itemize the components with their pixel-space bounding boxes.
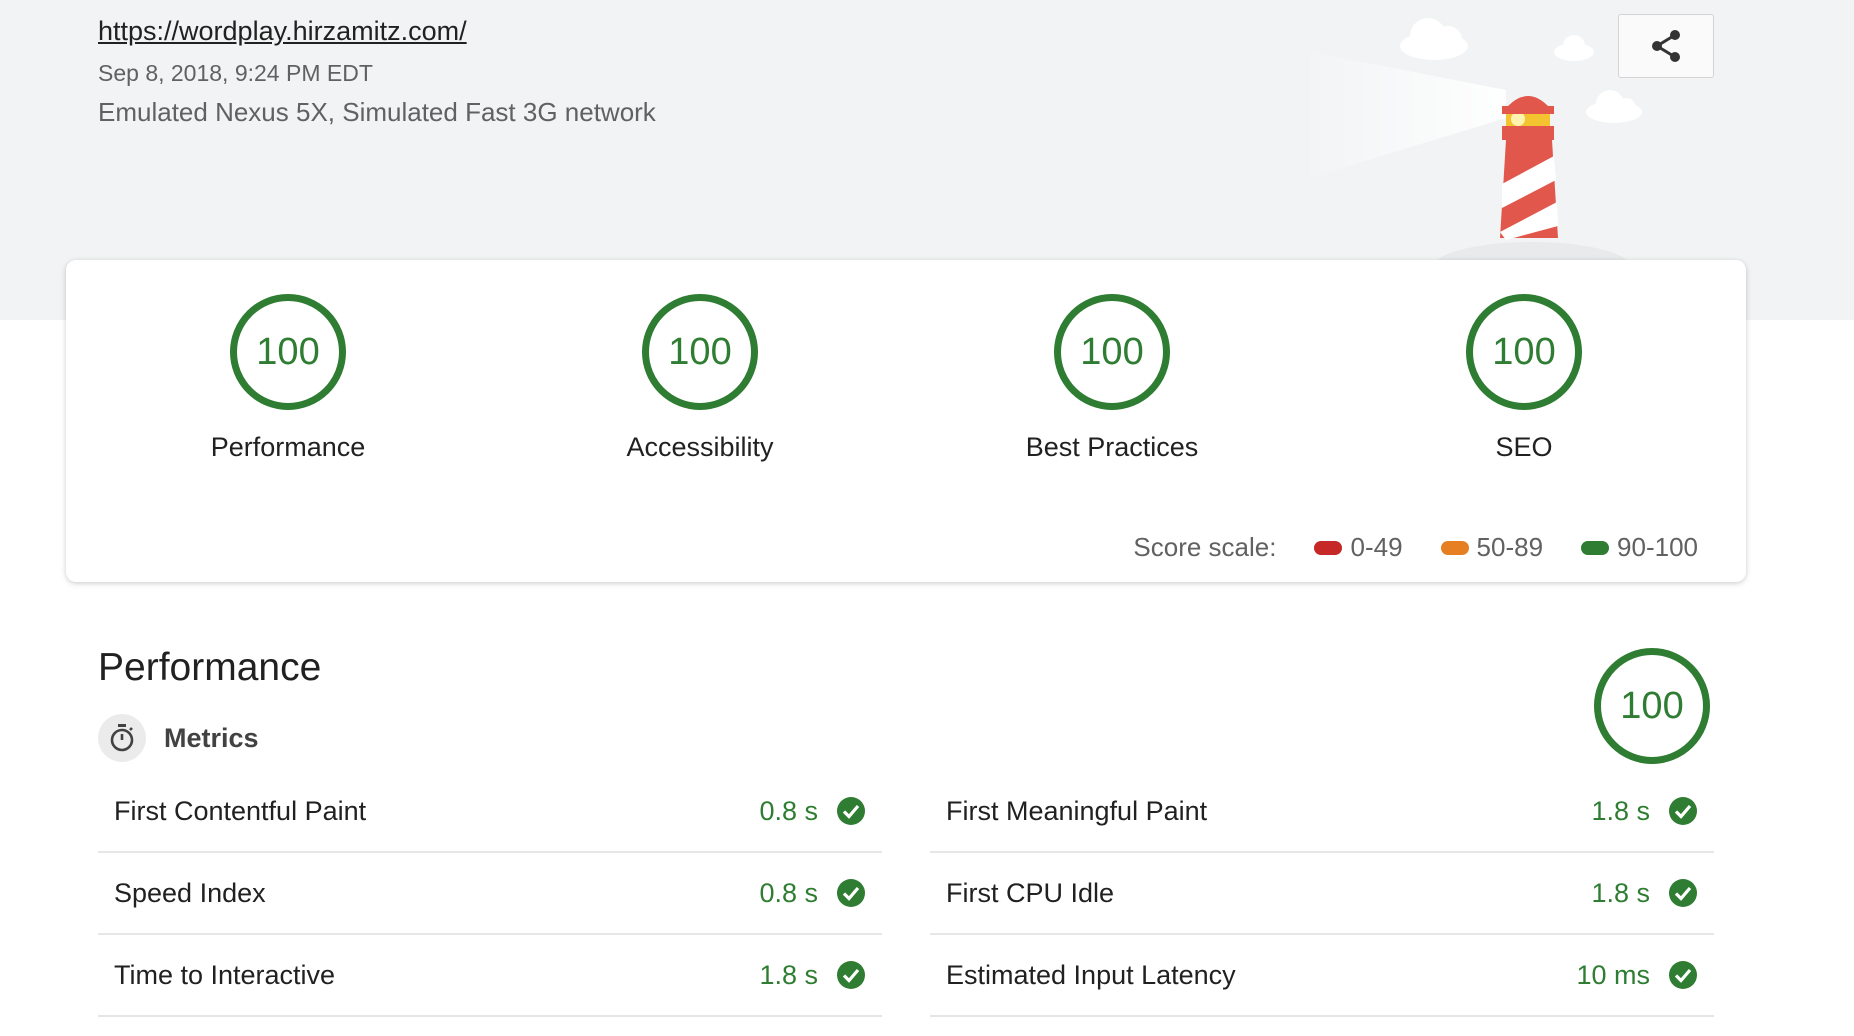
score-value: 100 [1492, 330, 1556, 373]
score-value: 100 [256, 330, 320, 373]
metrics-label: Metrics [164, 722, 259, 753]
check-circle-icon [1669, 879, 1697, 907]
metric-name: Speed Index [114, 877, 266, 908]
metric-row: First Meaningful Paint 1.8 s [930, 771, 1714, 853]
metric-value: 1.8 s [759, 959, 818, 990]
score-ring: 100 [642, 294, 758, 410]
metric-row: Speed Index 0.8 s [98, 853, 882, 935]
check-circle-icon [1669, 961, 1697, 989]
share-button[interactable] [1618, 14, 1714, 78]
gauge-performance[interactable]: 100 Performance [158, 294, 418, 463]
metric-name: First Meaningful Paint [946, 795, 1208, 826]
pass-range-label: 90-100 [1617, 532, 1698, 562]
metric-row: Estimated Input Latency 10 ms [930, 935, 1714, 1017]
average-range-swatch [1440, 540, 1469, 555]
metric-value: 0.8 s [759, 877, 818, 908]
gauge-accessibility[interactable]: 100 Accessibility [570, 294, 830, 463]
metric-row: First Contentful Paint 0.8 s [98, 771, 882, 853]
metrics-header: Metrics [98, 714, 259, 762]
metric-row: Time to Interactive 1.8 s [98, 935, 882, 1017]
check-circle-icon [1669, 797, 1697, 825]
gauge-label: Performance [210, 432, 366, 462]
score-value: 100 [668, 330, 732, 373]
score-ring: 100 [230, 294, 346, 410]
gauge-best-practices[interactable]: 100 Best Practices [982, 294, 1242, 463]
fail-range-swatch [1314, 540, 1343, 555]
report-date: Sep 8, 2018, 9:24 PM EDT [98, 60, 373, 86]
metric-value: 0.8 s [759, 795, 818, 826]
score-scale-legend: Score scale: 0-49 50-89 90-100 [1133, 532, 1698, 563]
pass-range-swatch [1581, 540, 1610, 555]
stopwatch-icon [98, 714, 146, 762]
gauge-label: Accessibility [626, 432, 774, 462]
metric-name: First Contentful Paint [114, 795, 367, 826]
gauge-label: Best Practices [1025, 432, 1199, 462]
metric-value: 1.8 s [1591, 877, 1650, 908]
metric-value: 1.8 s [1591, 795, 1650, 826]
report-url-link[interactable]: https://wordplay.hirzamitz.com/ [98, 16, 467, 47]
performance-score-gauge: 100 [1594, 648, 1710, 764]
gauge-label: SEO [1495, 432, 1553, 462]
metric-name: Time to Interactive [114, 959, 336, 990]
share-icon [1652, 30, 1680, 62]
performance-score-value: 100 [1620, 684, 1684, 727]
metric-name: First CPU Idle [946, 877, 1115, 908]
check-circle-icon [837, 961, 865, 989]
metric-value: 10 ms [1576, 959, 1650, 990]
metric-name: Estimated Input Latency [946, 959, 1236, 990]
score-ring: 100 [1054, 294, 1170, 410]
score-value: 100 [1080, 330, 1144, 373]
gauge-seo[interactable]: 100 SEO [1394, 294, 1654, 463]
average-range-label: 50-89 [1476, 532, 1544, 562]
score-scale-title: Score scale: [1133, 532, 1277, 562]
performance-section-title: Performance [98, 646, 322, 689]
check-circle-icon [837, 879, 865, 907]
environment-description: Emulated Nexus 5X, Simulated Fast 3G net… [98, 97, 656, 127]
category-scores-card: 100 Performance 100 Accessibility 100 Be… [66, 260, 1746, 582]
check-circle-icon [837, 797, 865, 825]
fail-range-label: 0-49 [1350, 532, 1403, 562]
score-ring: 100 [1466, 294, 1582, 410]
metric-row: First CPU Idle 1.8 s [930, 853, 1714, 935]
